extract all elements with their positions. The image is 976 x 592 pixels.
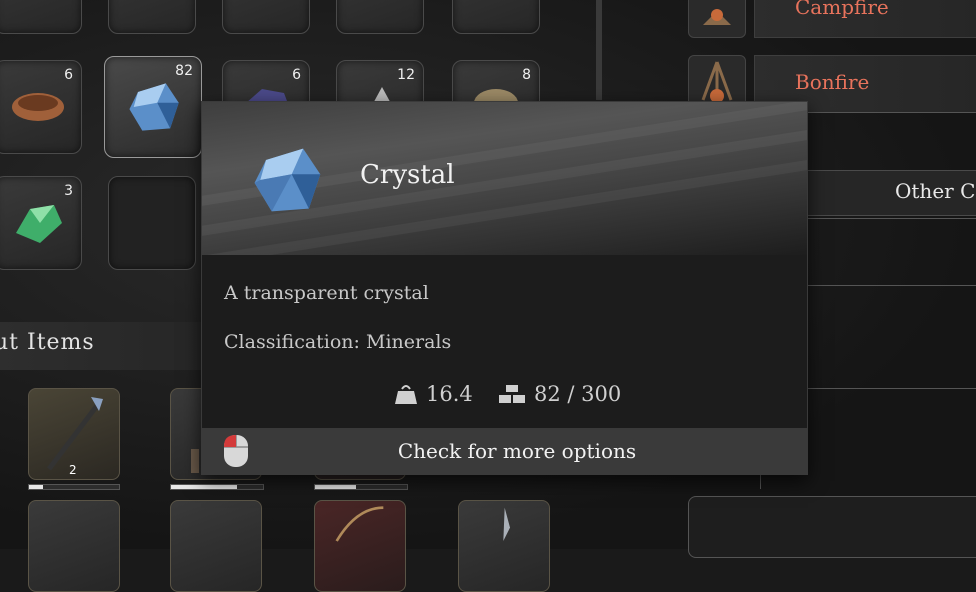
- campfire-icon: [688, 0, 746, 38]
- tooltip-stats: 16.4 82 / 300: [202, 382, 807, 412]
- crystal-icon: [254, 148, 321, 212]
- craft-row-campfire[interactable]: Campfire: [688, 0, 976, 38]
- durability-bar: [28, 484, 120, 490]
- weight-stat: 16.4: [394, 382, 473, 406]
- durability-bar: [170, 484, 264, 490]
- inventory-slot-bowl[interactable]: 6: [0, 60, 82, 154]
- section-title-bar: ut Items: [0, 322, 214, 370]
- tooltip-item-name: Crystal: [360, 160, 455, 190]
- slot-quantity: 6: [64, 67, 73, 83]
- knife-icon: [503, 507, 510, 541]
- stack-value: 82 / 300: [534, 382, 622, 406]
- crystal-icon: [129, 83, 179, 131]
- inventory-slot-crystal[interactable]: 82: [104, 56, 202, 158]
- craft-label: Campfire: [795, 0, 889, 19]
- slot-quantity: 2: [69, 463, 77, 477]
- weight-icon: [395, 385, 417, 404]
- bow-icon: [335, 506, 384, 542]
- tooltip-footer: Check for more options: [202, 428, 807, 474]
- panel-divider: [596, 0, 602, 100]
- tooltip-footer-text: Check for more options: [397, 439, 637, 463]
- tab-other-label: Other C: [895, 179, 976, 203]
- wooden-bowl-icon: [12, 93, 64, 121]
- durability-bar: [314, 484, 408, 490]
- inventory-slot-empty[interactable]: [108, 176, 196, 270]
- craft-label-box: Campfire: [754, 0, 976, 38]
- inventory-slot[interactable]: [0, 0, 82, 34]
- weapon-slot[interactable]: [314, 500, 406, 592]
- weapon-slot[interactable]: [28, 500, 120, 592]
- section-title: ut Items: [0, 330, 95, 355]
- inventory-slot[interactable]: [452, 0, 540, 34]
- tooltip-description: A transparent crystal: [224, 282, 429, 304]
- stack-stat: 82 / 300: [498, 382, 621, 406]
- inventory-slot-green-gem[interactable]: 3: [0, 176, 82, 270]
- inventory-slot[interactable]: [336, 0, 424, 34]
- stack-icon: [499, 385, 525, 403]
- tab-other[interactable]: Other C: [800, 170, 976, 216]
- inventory-slot[interactable]: [222, 0, 310, 34]
- green-gem-icon: [16, 205, 62, 243]
- weapon-slot[interactable]: [458, 500, 550, 592]
- weapon-slot[interactable]: [170, 500, 262, 592]
- tooltip-header: Crystal: [202, 102, 807, 255]
- craft-label: Bonfire: [795, 70, 870, 94]
- weapon-slot-spear[interactable]: 2: [28, 388, 120, 480]
- tooltip-classification: Classification: Minerals: [224, 331, 452, 353]
- inventory-slot[interactable]: [108, 0, 196, 34]
- weight-value: 16.4: [426, 382, 473, 406]
- slot-quantity: 3: [64, 183, 73, 199]
- item-tooltip: Crystal A transparent crystal Classifica…: [201, 101, 808, 475]
